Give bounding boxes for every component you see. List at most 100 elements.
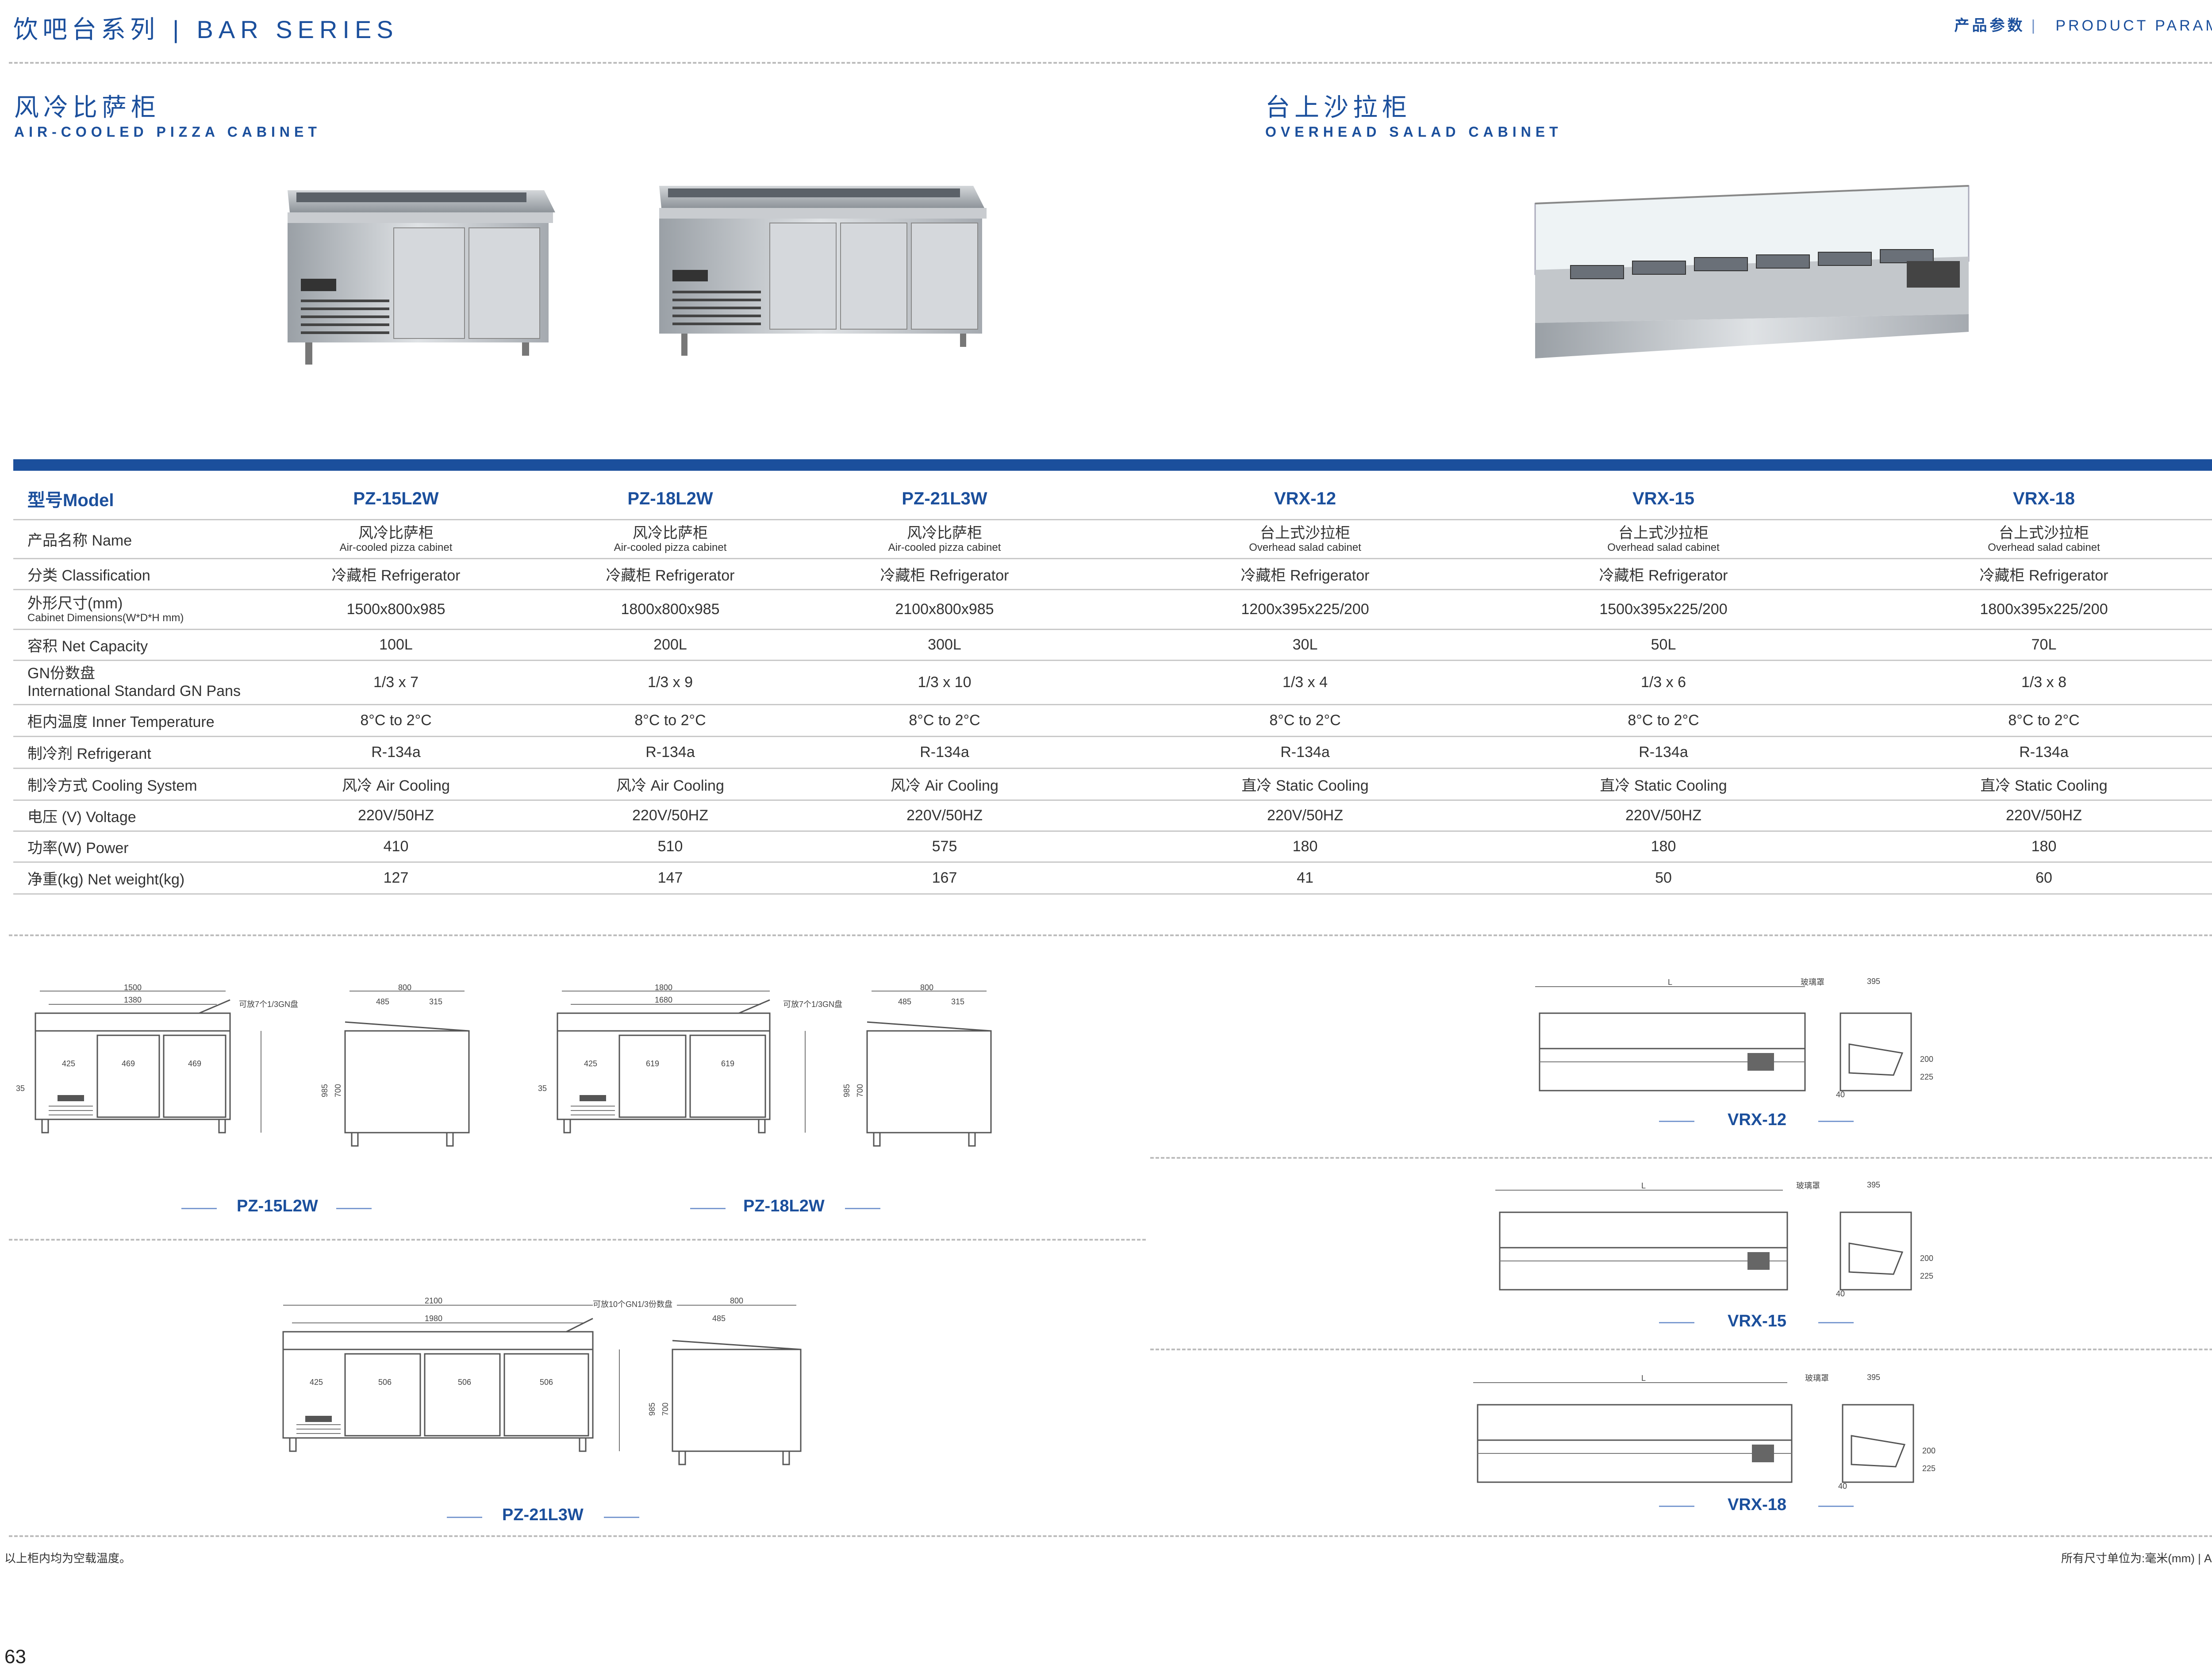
table-cell: R-134a xyxy=(259,736,533,769)
drawing-vrx15: L 玻璃罩 395 200 225 40 xyxy=(1495,1180,1933,1298)
table-cell: 风冷比萨柜 Air-cooled pizza cabinet xyxy=(533,519,807,559)
table-cell: 147 xyxy=(533,862,807,895)
row-label: 制冷剂 Refrigerant xyxy=(13,736,259,769)
table-cell: 台上式沙拉柜 Overhead salad cabinet xyxy=(1798,519,2212,559)
footer-right-note: 所有尺寸单位为:毫米(mm) | All in metric MM xyxy=(2061,1552,2212,1565)
model-cell: PZ-21L3W xyxy=(807,479,1082,520)
svg-text:425: 425 xyxy=(584,1059,597,1068)
svg-text:玻璃罩: 玻璃罩 xyxy=(1805,1374,1829,1383)
svg-text:800: 800 xyxy=(920,983,933,992)
table-row: 柜内温度 Inner Temperature 8°C to 2°C 8°C to… xyxy=(13,704,2212,737)
table-cell: 冷藏柜 Refrigerator xyxy=(533,558,807,590)
model-line xyxy=(1659,1506,1694,1507)
header-divider xyxy=(9,62,2212,64)
header-model-label: 型号Model xyxy=(13,479,259,520)
svg-text:800: 800 xyxy=(730,1296,743,1305)
page-number-left: 63 xyxy=(4,1646,26,1668)
svg-text:40: 40 xyxy=(1836,1289,1845,1298)
row-label: 电压 (V) Voltage xyxy=(13,800,259,832)
model-line xyxy=(336,1208,372,1209)
table-row: GN份数盘 International Standard GN Pans 1/3 … xyxy=(13,660,2212,705)
table-cell: R-134a xyxy=(1798,736,2212,769)
series-title-cn: 饮吧台系列 xyxy=(13,15,159,43)
drawing-model-name: PZ-18L2W xyxy=(743,1197,825,1215)
table-cell: 8°C to 2°C xyxy=(259,704,533,737)
row-label: 外形尺寸(mm) Cabinet Dimensions(W*D*H mm) xyxy=(13,589,259,630)
table-cell: 220V/50HZ xyxy=(533,800,807,832)
svg-text:425: 425 xyxy=(310,1378,323,1387)
drawing-model-name: PZ-21L3W xyxy=(502,1506,584,1524)
svg-text:2100: 2100 xyxy=(425,1296,442,1305)
table-cell: 1/3 x 8 xyxy=(1798,660,2212,705)
svg-text:315: 315 xyxy=(951,997,964,1006)
svg-text:619: 619 xyxy=(721,1059,734,1068)
table-row: 分类 Classification 冷藏柜 Refrigerator 冷藏柜 R… xyxy=(13,558,2212,590)
svg-text:L: L xyxy=(1641,1181,1646,1190)
svg-text:225: 225 xyxy=(1922,1464,1936,1473)
svg-text:395: 395 xyxy=(1867,1373,1880,1382)
table-cell: 300L xyxy=(807,629,1082,661)
svg-text:可放7个1/3GN盘: 可放7个1/3GN盘 xyxy=(783,1000,842,1009)
model-cell: VRX-18 xyxy=(1798,479,2212,520)
table-cell: 8°C to 2°C xyxy=(1798,704,2212,737)
svg-text:506: 506 xyxy=(540,1378,553,1387)
drawing-pz18-side: 800 485 315 985 700 xyxy=(842,983,992,1147)
svg-text:700: 700 xyxy=(334,1084,342,1097)
svg-text:可放7个1/3GN盘: 可放7个1/3GN盘 xyxy=(239,1000,298,1009)
table-cell: 冷藏柜 Refrigerator xyxy=(1528,558,1798,590)
params-title-cn: 产品参数 xyxy=(1954,17,2025,34)
svg-text:985: 985 xyxy=(320,1084,329,1097)
footer-divider xyxy=(9,1535,2212,1537)
model-line xyxy=(447,1517,482,1518)
footer-left-note: 以上柜内均为空载温度。 xyxy=(4,1552,131,1565)
spec-table: 型号Model PZ-15L2W PZ-18L2W PZ-21L3W VRX-1… xyxy=(13,479,2212,895)
svg-text:225: 225 xyxy=(1920,1072,1933,1081)
series-title-en: BAR SERIES xyxy=(196,15,399,43)
svg-text:469: 469 xyxy=(188,1059,201,1068)
photo-pizza-cabinet-3door xyxy=(659,186,987,356)
section-right-title-cn: 台上沙拉柜 xyxy=(1265,93,1411,121)
table-row: 容积 Net Capacity 100L 200L 300L 30L 50L 7… xyxy=(13,629,2212,661)
model-line xyxy=(690,1208,726,1209)
model-line xyxy=(845,1208,880,1209)
table-cell: 100L xyxy=(259,629,533,661)
table-cell: 1/3 x 7 xyxy=(259,660,533,705)
table-cell: 410 xyxy=(259,831,533,863)
model-cell: PZ-18L2W xyxy=(533,479,807,520)
table-cell: 8°C to 2°C xyxy=(807,704,1082,737)
drawing-model-name: VRX-15 xyxy=(1728,1312,1787,1330)
model-line xyxy=(1818,1322,1854,1323)
table-row: 制冷剂 Refrigerant R-134a R-134a R-134a R-1… xyxy=(13,736,2212,769)
model-line xyxy=(604,1517,639,1518)
table-cell: 30L xyxy=(1082,629,1528,661)
svg-text:395: 395 xyxy=(1867,1180,1880,1189)
svg-text:1680: 1680 xyxy=(655,995,672,1004)
table-cell: 220V/50HZ xyxy=(1528,800,1798,832)
svg-text:800: 800 xyxy=(398,983,411,992)
drawing-model-name: PZ-15L2W xyxy=(237,1197,318,1215)
svg-text:506: 506 xyxy=(378,1378,392,1387)
table-cell: R-134a xyxy=(807,736,1082,769)
svg-text:425: 425 xyxy=(62,1059,75,1068)
svg-text:35: 35 xyxy=(16,1084,25,1093)
table-header-row: 型号Model PZ-15L2W PZ-18L2W PZ-21L3W VRX-1… xyxy=(13,479,2212,520)
table-cell: 1500x800x985 xyxy=(259,589,533,630)
svg-text:35: 35 xyxy=(538,1084,547,1093)
section-left-title-en: AIR-COOLED PIZZA CABINET xyxy=(14,124,321,140)
svg-text:700: 700 xyxy=(856,1084,864,1097)
svg-text:985: 985 xyxy=(842,1084,851,1097)
svg-text:L: L xyxy=(1641,1374,1646,1383)
table-cell: R-134a xyxy=(1082,736,1528,769)
svg-text:40: 40 xyxy=(1838,1482,1847,1491)
drawing-pz18-front: 1800 1680 可放7个1/3GN盘 425 619 619 35 xyxy=(538,983,842,1134)
table-cell: 70L xyxy=(1798,629,2212,661)
drawing-divider-left xyxy=(9,1239,1146,1241)
drawing-vrx18: L 玻璃罩 395 200 225 40 xyxy=(1473,1373,1936,1491)
svg-text:469: 469 xyxy=(122,1059,135,1068)
table-cell: 127 xyxy=(259,862,533,895)
table-cell: 风冷 Air Cooling xyxy=(533,768,807,801)
table-cell: 1/3 x 4 xyxy=(1082,660,1528,705)
table-cell: R-134a xyxy=(1528,736,1798,769)
table-bottom-divider xyxy=(9,934,2212,936)
model-cell: PZ-15L2W xyxy=(259,479,533,520)
